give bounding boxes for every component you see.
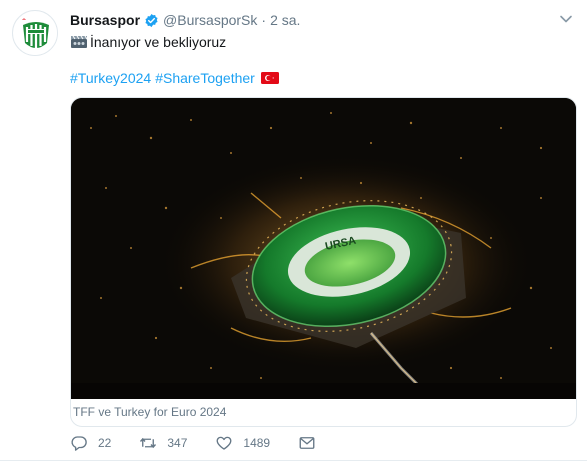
retweet-count: 347: [167, 436, 188, 450]
reply-icon: [71, 436, 87, 451]
stadium-photo[interactable]: URSA: [71, 98, 576, 399]
tweet-hashtags: #Turkey2024 #ShareTogether: [70, 69, 279, 87]
like-button[interactable]: 1489: [215, 434, 270, 452]
stadium-aerial-image: URSA: [71, 98, 576, 399]
retweet-button[interactable]: 347: [139, 434, 187, 452]
card-caption-text: TFF ve Turkey for Euro 2024: [73, 405, 227, 419]
heart-icon: [216, 436, 232, 450]
verified-badge-icon: [145, 13, 158, 27]
tweet-header: Bursaspor @BursasporSk · 2 sa.: [70, 10, 577, 30]
envelope-icon: [299, 437, 315, 449]
action-bar: 22 347 1489: [70, 431, 354, 455]
tweet-text-content: İnanıyor ve bekliyoruz: [90, 34, 227, 50]
reply-button[interactable]: 22: [70, 434, 111, 452]
reply-count: 22: [98, 436, 112, 450]
like-count: 1489: [243, 436, 271, 450]
hashtag-turkey2024[interactable]: #Turkey2024: [70, 69, 151, 87]
dm-button[interactable]: [298, 434, 326, 452]
author-handle[interactable]: @BursasporSk: [163, 12, 257, 28]
turkey-flag-icon: [260, 72, 279, 84]
bursaspor-logo-icon: [14, 12, 57, 55]
tweet[interactable]: Bursaspor @BursasporSk · 2 sa. İnanıyor …: [0, 0, 587, 461]
card-caption[interactable]: TFF ve Turkey for Euro 2024: [71, 399, 576, 426]
timestamp[interactable]: 2 sa.: [270, 12, 300, 28]
avatar[interactable]: [12, 10, 58, 56]
cinema-clapper-icon: [71, 35, 88, 48]
author-name[interactable]: Bursaspor: [70, 12, 140, 28]
hashtag-sharetogether[interactable]: #ShareTogether: [155, 69, 255, 87]
media-card[interactable]: URSA TFF ve Turkey for Euro 2024: [70, 97, 577, 427]
separator-dot: ·: [261, 12, 267, 28]
retweet-icon: [140, 437, 157, 449]
chevron-down-icon[interactable]: [559, 12, 573, 26]
tweet-text: İnanıyor ve bekliyoruz: [70, 33, 226, 51]
